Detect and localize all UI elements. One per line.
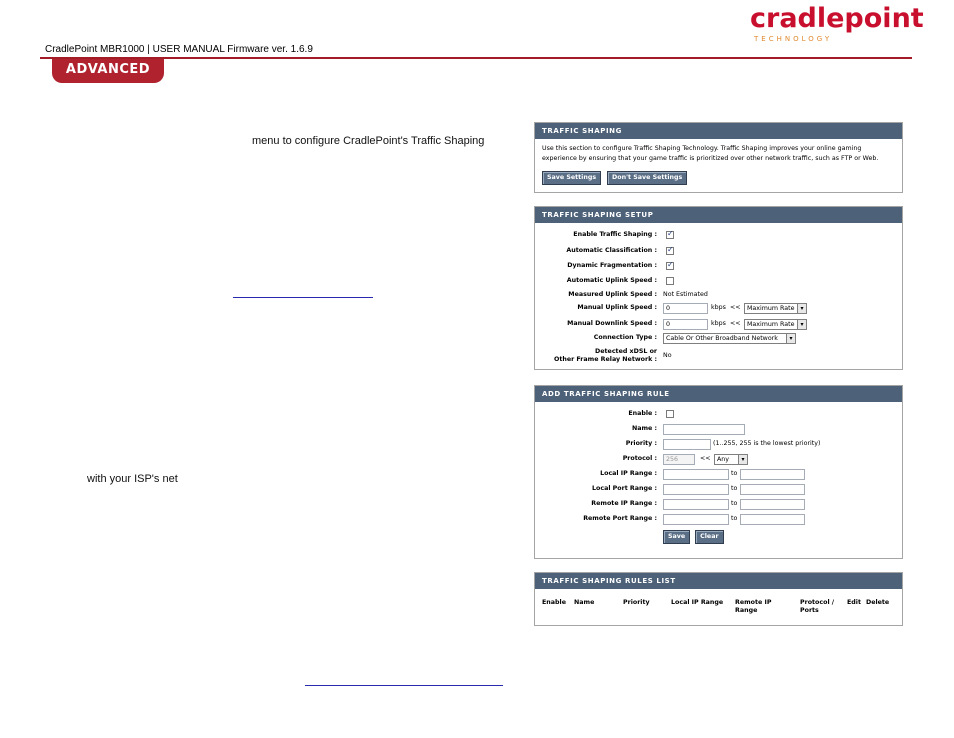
dont-save-settings-button[interactable]: Don't Save Settings — [607, 171, 688, 185]
section-tab: ADVANCED — [52, 59, 164, 83]
local-port-end-input[interactable] — [740, 484, 805, 495]
dynamic-fragmentation-label: Dynamic Fragmentation : — [567, 262, 657, 269]
priority-hint: (1..255, 255 is the lowest priority) — [713, 440, 821, 447]
link-underline-1 — [233, 297, 373, 298]
local-port-start-input[interactable] — [663, 484, 729, 495]
column-header-edit: Edit — [847, 599, 861, 606]
dynamic-fragmentation-checkbox[interactable] — [666, 260, 674, 270]
protocol-arrows: << — [700, 455, 711, 462]
xdsl-label-line-1: Detected xDSL or — [595, 348, 657, 355]
local-port-to: to — [731, 485, 738, 492]
panel-title: TRAFFIC SHAPING RULES LIST — [535, 573, 902, 589]
downlink-arrows: << — [730, 320, 741, 327]
add-traffic-shaping-rule-panel: ADD TRAFFIC SHAPING RULE Enable : Name :… — [534, 385, 903, 559]
rule-protocol-input[interactable]: 256 — [663, 454, 695, 465]
link-underline-2 — [305, 685, 503, 686]
chevron-down-icon: ▾ — [738, 455, 747, 464]
column-header-name: Name — [574, 599, 595, 606]
remote-port-end-input[interactable] — [740, 514, 805, 525]
remote-port-range-label: Remote Port Range : — [583, 515, 657, 522]
cradlepoint-logo: cradlepoint TECHNOLOGY — [750, 4, 924, 44]
body-text-fragment-1: menu to configure CradlePoint's Traffic … — [252, 135, 485, 147]
rule-name-label: Name : — [631, 425, 657, 432]
column-header-local-ip-range: Local IP Range — [671, 599, 724, 606]
logo-wordmark: cradlepoint — [750, 3, 924, 34]
automatic-classification-label: Automatic Classification : — [566, 247, 657, 254]
automatic-classification-checkbox[interactable] — [666, 245, 674, 255]
rule-protocol-label: Protocol : — [622, 455, 657, 462]
downlink-rate-select[interactable]: Maximum Rate ▾ — [744, 319, 807, 330]
panel-title: TRAFFIC SHAPING SETUP — [535, 207, 902, 223]
measured-uplink-speed-value: Not Estimated — [663, 291, 708, 298]
chevron-down-icon: ▾ — [797, 304, 806, 313]
xdsl-label: Detected xDSL or Other Frame Relay Netwo… — [535, 348, 657, 364]
local-ip-to: to — [731, 470, 738, 477]
header-divider — [40, 57, 912, 59]
xdsl-value: No — [663, 352, 672, 359]
traffic-shaping-rules-list-panel: TRAFFIC SHAPING RULES LIST Enable Name P… — [534, 572, 903, 626]
remote-ip-to: to — [731, 500, 738, 507]
local-ip-end-input[interactable] — [740, 469, 805, 480]
chevron-down-icon: ▾ — [797, 320, 806, 329]
xdsl-label-line-2: Other Frame Relay Network : — [553, 356, 657, 363]
column-header-priority: Priority — [623, 599, 650, 606]
traffic-shaping-setup-panel: TRAFFIC SHAPING SETUP Enable Traffic Sha… — [534, 206, 903, 370]
local-ip-range-label: Local IP Range : — [600, 470, 657, 477]
panel-title: ADD TRAFFIC SHAPING RULE — [535, 386, 902, 402]
local-ip-start-input[interactable] — [663, 469, 729, 480]
connection-type-select[interactable]: Cable Or Other Broadband Network ▾ — [663, 333, 796, 344]
manual-uplink-speed-label: Manual Uplink Speed : — [577, 304, 657, 311]
panel-title: TRAFFIC SHAPING — [535, 123, 902, 139]
rule-save-button[interactable]: Save — [663, 530, 691, 544]
downlink-unit: kbps — [711, 320, 726, 327]
column-header-remote-ip-range: Remote IP Range — [735, 599, 772, 614]
save-settings-button[interactable]: Save Settings — [542, 171, 602, 185]
logo-tagline: TECHNOLOGY — [754, 35, 833, 43]
body-text-fragment-2: with your ISP's net — [87, 473, 178, 485]
column-header-protocol-ports: Protocol / Ports — [800, 599, 835, 614]
uplink-arrows: << — [730, 304, 741, 311]
rule-enable-checkbox[interactable] — [666, 410, 674, 418]
rule-priority-label: Priority : — [625, 440, 657, 447]
enable-traffic-shaping-label: Enable Traffic Shaping : — [573, 231, 657, 238]
document-header: CradlePoint MBR1000 | USER MANUAL Firmwa… — [45, 44, 313, 55]
panel-description: Use this section to configure Traffic Sh… — [542, 145, 879, 162]
automatic-uplink-speed-label: Automatic Uplink Speed : — [566, 277, 657, 284]
chevron-down-icon: ▾ — [786, 334, 795, 343]
uplink-rate-select[interactable]: Maximum Rate ▾ — [744, 303, 807, 314]
rule-protocol-select[interactable]: Any ▾ — [714, 454, 748, 465]
downlink-rate-value: Maximum Rate — [747, 321, 795, 328]
automatic-uplink-speed-checkbox[interactable] — [666, 277, 674, 285]
rule-priority-input[interactable] — [663, 439, 711, 450]
protocol-option-value: Any — [717, 456, 730, 463]
manual-downlink-speed-input[interactable]: 0 — [663, 319, 708, 330]
measured-uplink-speed-label: Measured Uplink Speed : — [568, 291, 657, 298]
uplink-unit: kbps — [711, 304, 726, 311]
enable-traffic-shaping-checkbox[interactable] — [666, 229, 674, 239]
connection-type-value: Cable Or Other Broadband Network — [666, 335, 778, 342]
remote-port-to: to — [731, 515, 738, 522]
remote-ip-start-input[interactable] — [663, 499, 729, 510]
rule-clear-button[interactable]: Clear — [695, 530, 724, 544]
rule-name-input[interactable] — [663, 424, 745, 435]
column-header-delete: Delete — [866, 599, 890, 606]
manual-downlink-speed-label: Manual Downlink Speed : — [567, 320, 657, 327]
uplink-rate-value: Maximum Rate — [747, 305, 795, 312]
remote-ip-range-label: Remote IP Range : — [591, 500, 657, 507]
column-header-enable: Enable — [542, 599, 566, 606]
manual-uplink-speed-input[interactable]: 0 — [663, 303, 708, 314]
local-port-range-label: Local Port Range : — [592, 485, 657, 492]
remote-ip-end-input[interactable] — [740, 499, 805, 510]
connection-type-label: Connection Type : — [593, 334, 657, 341]
traffic-shaping-panel: TRAFFIC SHAPING Use this section to conf… — [534, 122, 903, 193]
remote-port-start-input[interactable] — [663, 514, 729, 525]
rule-enable-label: Enable : — [628, 410, 657, 417]
